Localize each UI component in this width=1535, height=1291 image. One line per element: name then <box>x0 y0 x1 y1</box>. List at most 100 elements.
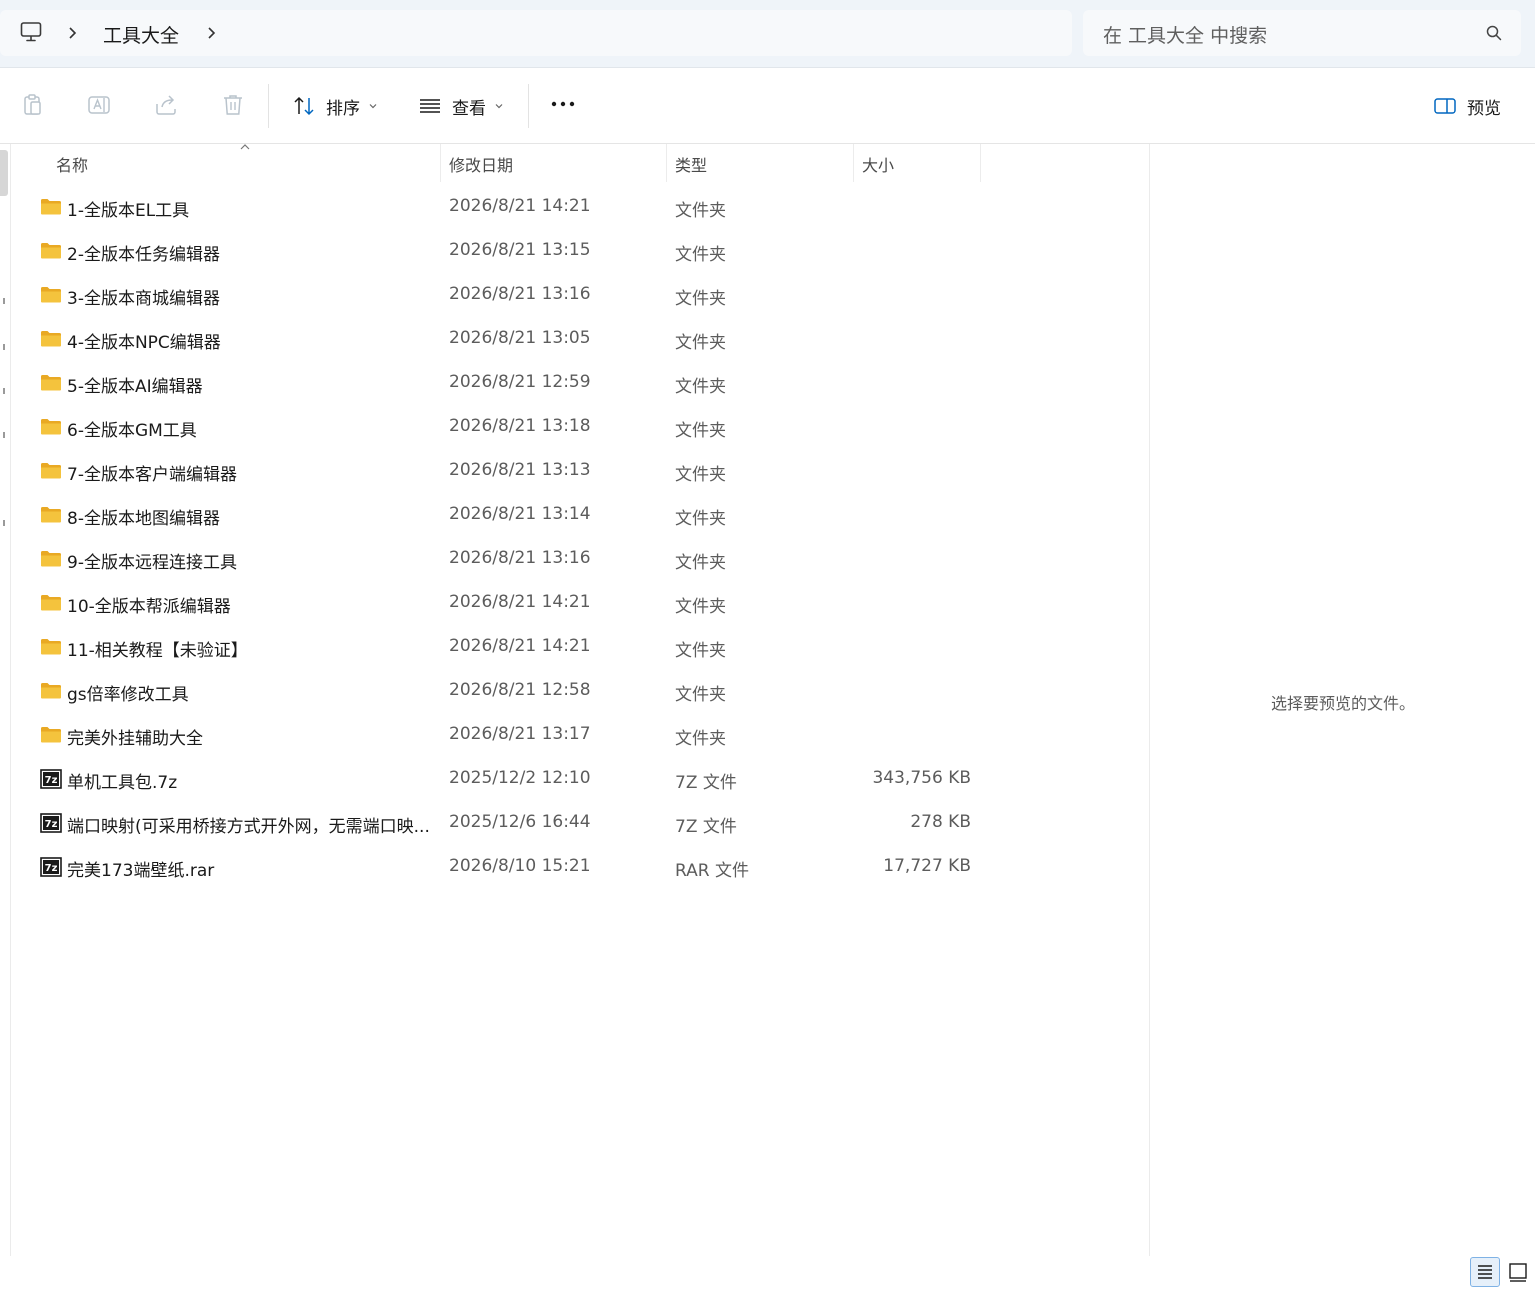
command-bar: 排序 查看 预览 <box>0 68 1535 144</box>
column-label: 修改日期 <box>449 156 514 175</box>
file-type: 文件夹 <box>675 553 726 573</box>
expand-chevron-icon[interactable] <box>0 298 5 304</box>
file-modified: 2026/8/21 13:16 <box>449 548 591 568</box>
file-type: 文件夹 <box>675 729 726 749</box>
file-type: 文件夹 <box>675 245 726 265</box>
file-modified: 2026/8/21 13:17 <box>449 724 591 744</box>
column-header-name[interactable]: 名称 <box>11 144 440 182</box>
search-placeholder: 在 工具大全 中搜索 <box>1103 25 1268 47</box>
column-header-type[interactable]: 类型 <box>667 144 853 182</box>
archive-icon: 7z <box>40 857 62 877</box>
file-row[interactable]: 7z 端口映射(可采用桥接方式开外网，无需端口映... 2025/12/6 16:4… <box>11 802 1149 846</box>
svg-text:7z: 7z <box>45 819 58 830</box>
file-type: 7Z 文件 <box>675 773 737 793</box>
file-name: 3-全版本商城编辑器 <box>67 289 220 309</box>
scrollbar-thumb[interactable] <box>0 150 8 196</box>
file-row[interactable]: 11-相关教程【未验证】 2026/8/21 14:21 文件夹 <box>11 626 1149 670</box>
file-name: 完美外挂辅助大全 <box>67 729 203 749</box>
address-bar: 工具大全 在 工具大全 中搜索 <box>0 0 1535 68</box>
folder-icon <box>41 375 61 391</box>
navigation-pane-edge[interactable] <box>0 144 11 1256</box>
delete-icon[interactable] <box>220 92 246 118</box>
breadcrumb-item[interactable]: 工具大全 <box>103 21 179 48</box>
expand-chevron-icon[interactable] <box>0 344 5 350</box>
share-icon[interactable] <box>153 92 179 118</box>
more-options-icon[interactable] <box>549 94 579 114</box>
column-divider[interactable] <box>980 144 981 182</box>
file-modified: 2026/8/21 14:21 <box>449 592 591 612</box>
chevron-right-icon[interactable] <box>205 23 219 43</box>
file-type: 文件夹 <box>675 641 726 661</box>
file-name: 端口映射(可采用桥接方式开外网，无需端口映... <box>67 817 430 837</box>
view-button[interactable]: 查看 <box>418 88 504 124</box>
preview-message: 选择要预览的文件。 <box>1270 694 1415 713</box>
sort-button[interactable]: 排序 <box>292 88 378 124</box>
status-bar <box>0 1256 1535 1289</box>
folder-icon <box>41 463 61 479</box>
file-modified: 2025/12/6 16:44 <box>449 812 591 832</box>
view-icon <box>420 99 440 113</box>
column-header-modified[interactable]: 修改日期 <box>441 144 666 182</box>
folder-icon <box>41 727 61 743</box>
file-type: RAR 文件 <box>675 861 749 881</box>
file-row[interactable]: 7z 完美173端壁纸.rar 2026/8/10 15:21 RAR 文件 17,72… <box>11 846 1149 890</box>
search-input[interactable]: 在 工具大全 中搜索 <box>1083 10 1521 56</box>
chevron-right-icon[interactable] <box>66 23 80 43</box>
file-row[interactable]: 3-全版本商城编辑器 2026/8/21 13:16 文件夹 <box>11 274 1149 318</box>
file-name: 4-全版本NPC编辑器 <box>67 333 221 353</box>
preview-pane-button[interactable]: 预览 <box>1433 88 1501 124</box>
file-row[interactable]: 7-全版本客户端编辑器 2026/8/21 13:13 文件夹 <box>11 450 1149 494</box>
archive-icon: 7z <box>40 813 62 833</box>
expand-chevron-icon[interactable] <box>0 432 5 438</box>
file-row[interactable]: 6-全版本GM工具 2026/8/21 13:18 文件夹 <box>11 406 1149 450</box>
file-type: 文件夹 <box>675 421 726 441</box>
preview-pane: 选择要预览的文件。 <box>1149 144 1535 1256</box>
details-view-button[interactable] <box>1470 1257 1500 1287</box>
file-modified: 2026/8/10 15:21 <box>449 856 591 876</box>
view-label: 查看 <box>452 98 486 119</box>
large-icons-view-icon <box>1509 1263 1527 1282</box>
file-row[interactable]: 5-全版本AI编辑器 2026/8/21 12:59 文件夹 <box>11 362 1149 406</box>
folder-icon <box>41 243 61 259</box>
file-modified: 2026/8/21 14:21 <box>449 636 591 656</box>
expand-chevron-icon[interactable] <box>0 520 5 526</box>
file-modified: 2026/8/21 13:13 <box>449 460 591 480</box>
file-name: 完美173端壁纸.rar <box>67 861 215 881</box>
large-icons-view-button[interactable] <box>1503 1257 1533 1287</box>
toolbar-divider <box>528 84 529 128</box>
file-name: 2-全版本任务编辑器 <box>67 245 220 265</box>
column-header-size[interactable]: 大小 <box>854 144 980 182</box>
file-row[interactable]: 1-全版本EL工具 2026/8/21 14:21 文件夹 <box>11 186 1149 230</box>
folder-icon <box>41 331 61 347</box>
file-modified: 2025/12/2 12:10 <box>449 768 591 788</box>
file-size: 343,756 KB <box>872 768 971 788</box>
folder-icon <box>41 507 61 523</box>
file-name: 单机工具包.7z <box>67 773 178 793</box>
file-type: 文件夹 <box>675 509 726 529</box>
address-box[interactable]: 工具大全 <box>0 10 1072 56</box>
file-row[interactable]: 9-全版本远程连接工具 2026/8/21 13:16 文件夹 <box>11 538 1149 582</box>
file-list: 名称 修改日期 类型 大小 1-全版本EL工具 2026/8/21 14:21 文件… <box>11 144 1149 1256</box>
column-label: 名称 <box>56 156 89 175</box>
svg-text:7z: 7z <box>45 775 58 786</box>
file-name: 11-相关教程【未验证】 <box>67 641 248 661</box>
chevron-down-icon <box>369 104 377 109</box>
file-row[interactable]: 4-全版本NPC编辑器 2026/8/21 13:05 文件夹 <box>11 318 1149 362</box>
file-size: 17,727 KB <box>883 856 971 876</box>
file-row[interactable]: gs倍率修改工具 2026/8/21 12:58 文件夹 <box>11 670 1149 714</box>
file-name: 6-全版本GM工具 <box>67 421 197 441</box>
expand-chevron-icon[interactable] <box>0 388 5 394</box>
file-modified: 2026/8/21 13:15 <box>449 240 591 260</box>
file-row[interactable]: 8-全版本地图编辑器 2026/8/21 13:14 文件夹 <box>11 494 1149 538</box>
file-row[interactable]: 完美外挂辅助大全 2026/8/21 13:17 文件夹 <box>11 714 1149 758</box>
rename-icon[interactable] <box>86 92 112 118</box>
file-modified: 2026/8/21 13:14 <box>449 504 591 524</box>
file-name: gs倍率修改工具 <box>67 685 189 705</box>
file-row[interactable]: 2-全版本任务编辑器 2026/8/21 13:15 文件夹 <box>11 230 1149 274</box>
file-row[interactable]: 10-全版本帮派编辑器 2026/8/21 14:21 文件夹 <box>11 582 1149 626</box>
computer-icon[interactable] <box>20 21 42 43</box>
file-name: 9-全版本远程连接工具 <box>67 553 237 573</box>
file-row[interactable]: 7z 单机工具包.7z 2025/12/2 12:10 7Z 文件 343,756 KB <box>11 758 1149 802</box>
search-icon[interactable] <box>1485 24 1503 42</box>
paste-icon[interactable] <box>20 92 46 118</box>
